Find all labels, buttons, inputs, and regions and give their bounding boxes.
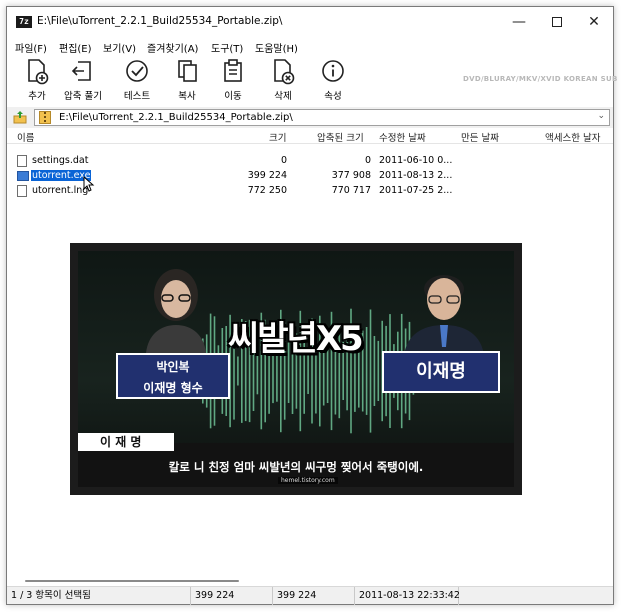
- folder-up-icon[interactable]: [13, 110, 27, 124]
- file-packed-size: 0: [364, 155, 371, 166]
- copy-label: 복사: [178, 91, 196, 102]
- file-name: settings.dat: [32, 155, 89, 166]
- wave-bar: [365, 327, 368, 415]
- chevron-down-icon[interactable]: ⌄: [597, 111, 605, 121]
- left-caption-name: 박인복: [156, 360, 190, 374]
- right-caption-box: 이재명: [382, 351, 500, 393]
- thumbnail-headline: 씨발년X5: [228, 319, 364, 359]
- table-row-selected[interactable]: utorrent.exe 399 224 377 908 2011-08-13 …: [7, 168, 613, 192]
- file-packed-size: 377 908: [331, 170, 371, 181]
- file-packed-size: 770 717: [331, 185, 371, 196]
- path-combobox[interactable]: E:\File\uTorrent_2.2.1_Build25534_Portab…: [34, 109, 610, 126]
- wave-bar: [369, 309, 372, 433]
- menu-bar: 파일(F) 편집(E) 보기(V) 즐겨찾기(A) 도구(T) 도움말(H): [7, 37, 613, 55]
- delete-icon: [274, 59, 295, 85]
- menu-edit[interactable]: 편집(E): [59, 40, 92, 55]
- file-icon: [17, 155, 27, 167]
- status-modified: 2011-08-13 22:33:42: [355, 587, 460, 605]
- column-name[interactable]: 이름: [17, 130, 34, 144]
- path-text: E:\File\uTorrent_2.2.1_Build25534_Portab…: [59, 112, 293, 123]
- info-icon: [322, 60, 344, 82]
- add-icon: [28, 59, 49, 85]
- status-selection: 1 / 3 항목이 선택됨: [7, 587, 191, 605]
- column-packed-size[interactable]: 압축된 크기: [317, 130, 364, 144]
- copy-button[interactable]: 복사: [165, 57, 209, 105]
- man-portrait: [404, 275, 484, 355]
- file-modified: 2011-07-25 2...: [379, 185, 453, 196]
- file-size: 399 224: [247, 170, 287, 181]
- minimize-button[interactable]: —: [500, 7, 538, 37]
- menu-help[interactable]: 도움말(H): [255, 40, 298, 55]
- test-icon: [126, 60, 148, 82]
- maximize-button[interactable]: [538, 7, 576, 37]
- video-thumbnail: 씨발년X5 박인복 이재명 형수 이재명 이 재 명 칼로 니 친정 엄마 씨발…: [70, 243, 522, 495]
- zip-archive-icon: [39, 111, 51, 124]
- status-size: 399 224: [191, 587, 273, 605]
- left-caption-box: 박인복 이재명 형수: [116, 353, 230, 399]
- menu-tools[interactable]: 도구(T): [211, 40, 243, 55]
- delete-button[interactable]: 삭제: [261, 57, 305, 105]
- close-button[interactable]: ✕: [575, 7, 613, 37]
- test-button[interactable]: 테스트: [115, 57, 159, 105]
- menu-view[interactable]: 보기(V): [103, 40, 136, 55]
- video-frame: 씨발년X5 박인복 이재명 형수 이재명 이 재 명 칼로 니 친정 엄마 씨발…: [78, 251, 514, 487]
- column-header: 이름 크기 압축된 크기 수정한 날짜 만든 날짜 액세스한 날자: [7, 128, 613, 144]
- properties-button[interactable]: 속성: [311, 57, 355, 105]
- wave-bar: [377, 340, 380, 401]
- horizontal-scrollbar[interactable]: [7, 573, 613, 585]
- column-created[interactable]: 만든 날짜: [461, 130, 499, 144]
- wave-bar: [237, 356, 239, 386]
- maximize-icon: [552, 17, 562, 27]
- file-modified: 2011-06-10 0...: [379, 155, 453, 166]
- status-packed-size: 399 224: [273, 587, 355, 605]
- window-title: E:\File\uTorrent_2.2.1_Build25534_Portab…: [37, 15, 283, 27]
- toolbar: 추가 압축 풀기 테스트 복사 이동 삭제 속성 DVD/BLURAY/MKV/…: [7, 55, 617, 107]
- menu-favorites[interactable]: 즐겨찾기(A): [147, 40, 198, 55]
- table-row[interactable]: utorrent.lng 772 250 770 717 2011-07-25 …: [7, 183, 613, 198]
- status-bar: 1 / 3 항목이 선택됨 399 224 399 224 2011-08-13…: [7, 586, 613, 605]
- address-bar: E:\File\uTorrent_2.2.1_Build25534_Portab…: [7, 107, 613, 127]
- move-button[interactable]: 이동: [211, 57, 255, 105]
- delete-label: 삭제: [274, 91, 292, 102]
- test-label: 테스트: [123, 91, 151, 102]
- subtitle-text: 칼로 니 친정 엄마 씨발년의 씨구멍 찢어서 죽탱이에.: [168, 460, 424, 474]
- 7zip-app-icon: 7z: [16, 16, 32, 28]
- add-label: 추가: [28, 91, 46, 102]
- speaker-name-tag: 이 재 명: [78, 433, 174, 451]
- move-label: 이동: [224, 91, 242, 102]
- copy-icon: [178, 60, 197, 82]
- file-size: 772 250: [247, 185, 287, 196]
- move-icon: [224, 59, 242, 82]
- woman-portrait: [146, 269, 206, 353]
- scrollbar-thumb[interactable]: [25, 580, 239, 582]
- toolbar-watermark: DVD/BLURAY/MKV/XVID KOREAN SUB: [463, 75, 618, 83]
- file-icon: [17, 185, 27, 197]
- extract-icon: [71, 61, 91, 81]
- column-accessed[interactable]: 액세스한 날자: [545, 130, 600, 144]
- wave-bar: [373, 336, 376, 406]
- file-name: utorrent.lng: [32, 185, 89, 196]
- extract-button[interactable]: 압축 풀기: [61, 57, 105, 105]
- column-size[interactable]: 크기: [269, 130, 286, 144]
- left-caption-title: 이재명 형수: [143, 381, 203, 395]
- column-modified[interactable]: 수정한 날짜: [379, 130, 426, 144]
- file-modified: 2011-08-13 2...: [379, 170, 453, 181]
- add-button[interactable]: 추가: [15, 57, 59, 105]
- table-row[interactable]: settings.dat 0 0 2011-06-10 0...: [7, 153, 613, 168]
- wave-bar: [361, 330, 364, 412]
- menu-file[interactable]: 파일(F): [15, 40, 47, 55]
- extract-label: 압축 풀기: [64, 91, 102, 102]
- site-watermark: hemel.tistory.com: [278, 477, 338, 484]
- properties-label: 속성: [324, 91, 342, 102]
- title-bar: 7z E:\File\uTorrent_2.2.1_Build25534_Por…: [7, 7, 613, 37]
- file-size: 0: [280, 155, 287, 166]
- exe-icon: [17, 171, 29, 181]
